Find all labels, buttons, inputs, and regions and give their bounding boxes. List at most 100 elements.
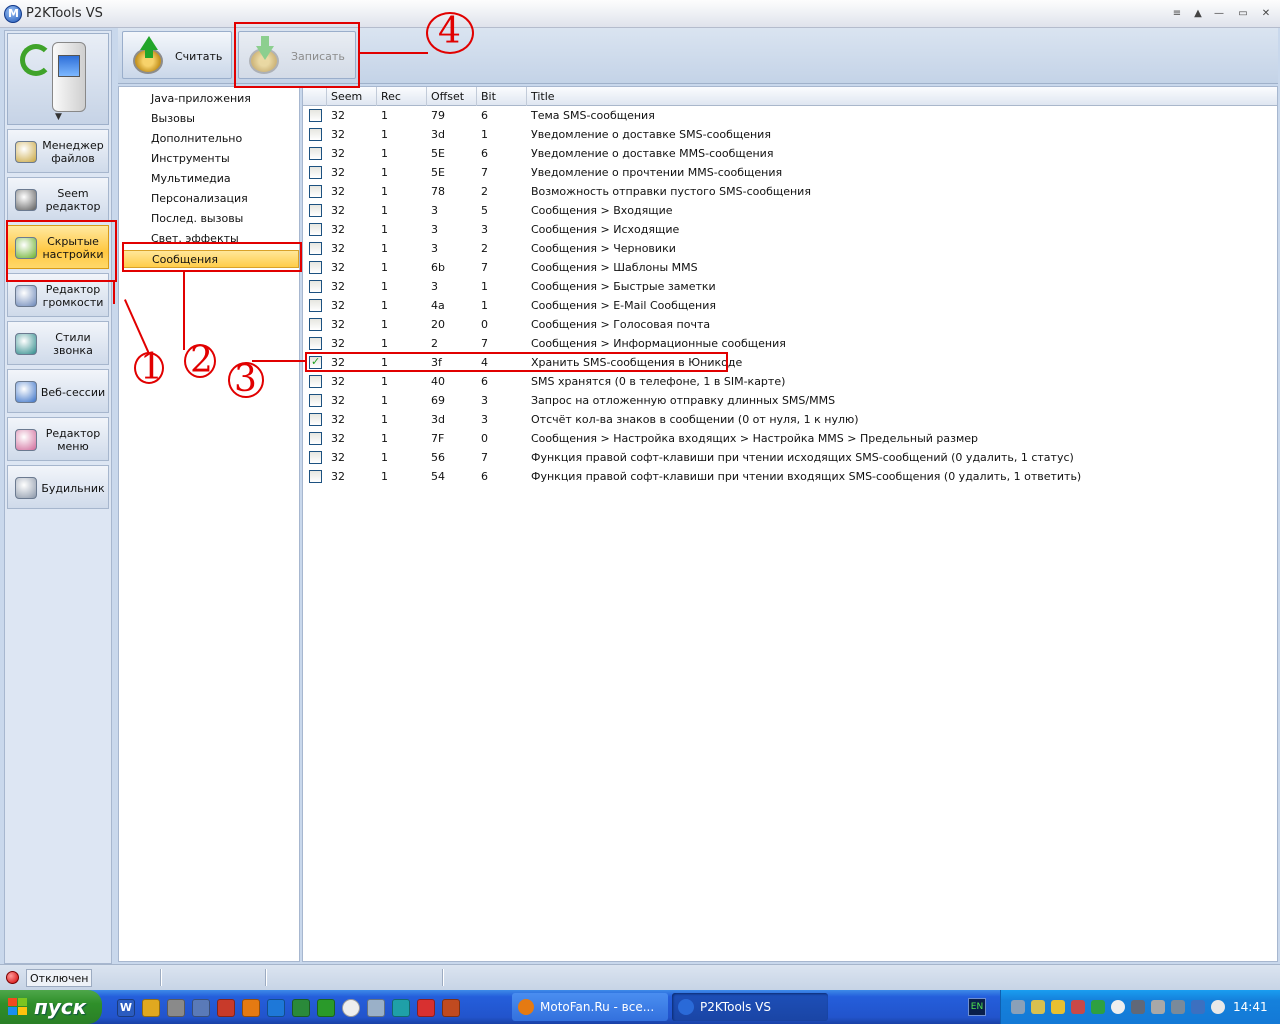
table-row[interactable]: 32 1 7F 0 Сообщения > Настройка входящих > Н… <box>303 429 1277 448</box>
collapse-icon[interactable]: ▲ <box>1191 7 1205 21</box>
usb-icon[interactable] <box>1031 1000 1045 1014</box>
monitor-icon[interactable] <box>1131 1000 1145 1014</box>
category-item[interactable]: Инструменты <box>123 150 299 168</box>
film-icon[interactable] <box>167 999 185 1017</box>
globe-icon[interactable] <box>392 999 410 1017</box>
table-row[interactable]: 32 1 3 3 Сообщения > Исходящие <box>303 220 1277 239</box>
header-title[interactable]: Title <box>527 87 1277 106</box>
flower-icon[interactable] <box>142 999 160 1017</box>
taskbar-item-motofan[interactable]: MotoFan.Ru - все... <box>512 993 668 1021</box>
bulb-icon[interactable] <box>192 999 210 1017</box>
nav-item-3[interactable]: Скрытые настройки <box>7 225 109 269</box>
row-checkbox[interactable] <box>309 280 322 293</box>
nav-item-8[interactable]: Будильник <box>7 465 109 509</box>
row-checkbox[interactable] <box>309 299 322 312</box>
row-checkbox[interactable] <box>309 375 322 388</box>
language-indicator[interactable]: EN <box>968 998 986 1016</box>
header-rec[interactable]: Rec <box>377 87 427 106</box>
nav-item-6[interactable]: Веб-сессии <box>7 369 109 413</box>
table-row[interactable]: 32 1 40 6 SMS хранятся (0 в телефоне, 1 в SI… <box>303 372 1277 391</box>
category-item[interactable]: Свет. эффекты <box>123 230 299 248</box>
table-row[interactable]: 32 1 3 1 Сообщения > Быстрые заметки <box>303 277 1277 296</box>
row-checkbox[interactable] <box>309 261 322 274</box>
table-row[interactable]: 32 1 3 5 Сообщения > Входящие <box>303 201 1277 220</box>
minimize-button[interactable]: — <box>1212 7 1226 21</box>
start-button[interactable]: пуск <box>0 990 102 1024</box>
table-row[interactable]: 32 1 79 6 Тема SMS-сообщения <box>303 106 1277 125</box>
row-checkbox[interactable] <box>309 413 322 426</box>
excel-icon[interactable] <box>292 999 310 1017</box>
printer-icon[interactable] <box>367 999 385 1017</box>
row-checkbox[interactable] <box>309 470 322 483</box>
settings-icon[interactable] <box>1171 1000 1185 1014</box>
menu-icon[interactable]: ≡ <box>1170 7 1184 21</box>
close-button[interactable]: ✕ <box>1259 7 1273 21</box>
category-item[interactable]: Сообщения <box>123 250 299 268</box>
printer-icon[interactable] <box>1151 1000 1165 1014</box>
table-row[interactable]: 32 1 3f 4 Хранить SMS-сообщения в Юникоде <box>303 353 1277 372</box>
category-item[interactable]: Вызовы <box>123 110 299 128</box>
row-checkbox[interactable] <box>309 147 322 160</box>
row-checkbox[interactable] <box>309 451 322 464</box>
row-checkbox[interactable] <box>309 242 322 255</box>
header-seem[interactable]: Seem <box>327 87 377 106</box>
taskbar-item-p2ktools[interactable]: P2KTools VS <box>672 993 828 1021</box>
row-checkbox[interactable] <box>309 394 322 407</box>
nav-item-4[interactable]: Редактор громкости <box>7 273 109 317</box>
app-icon[interactable] <box>442 999 460 1017</box>
row-checkbox[interactable] <box>309 166 322 179</box>
table-row[interactable]: 32 1 69 3 Запрос на отложенную отправку длин… <box>303 391 1277 410</box>
table-row[interactable]: 32 1 3d 1 Уведомление о доставке SMS-сообщен… <box>303 125 1277 144</box>
ie-icon[interactable] <box>267 999 285 1017</box>
volume-icon[interactable] <box>1191 1000 1205 1014</box>
header-bit[interactable]: Bit <box>477 87 527 106</box>
row-checkbox[interactable] <box>309 432 322 445</box>
nav-item-1[interactable]: Менеджер файлов <box>7 129 109 173</box>
row-checkbox[interactable] <box>309 109 322 122</box>
shield-icon[interactable] <box>1051 1000 1065 1014</box>
table-row[interactable]: 32 1 2 7 Сообщения > Информационные сообщени… <box>303 334 1277 353</box>
firefox-icon[interactable] <box>242 999 260 1017</box>
nav-item-5[interactable]: Стили звонка <box>7 321 109 365</box>
category-item[interactable]: Персонализация <box>123 190 299 208</box>
table-row[interactable]: 32 1 5E 7 Уведомление о прочтении MMS-сообще… <box>303 163 1277 182</box>
calc-icon[interactable] <box>317 999 335 1017</box>
header-offset[interactable]: Offset <box>427 87 477 106</box>
table-row[interactable]: 32 1 6b 7 Сообщения > Шаблоны MMS <box>303 258 1277 277</box>
table-row[interactable]: 32 1 56 7 Функция правой софт-клавиши при чт… <box>303 448 1277 467</box>
paint-icon[interactable] <box>417 999 435 1017</box>
phone-sync-tile[interactable]: ▼ <box>7 33 109 125</box>
sun-icon[interactable] <box>1211 1000 1225 1014</box>
maximize-button[interactable]: ▭ <box>1236 7 1250 21</box>
word-icon[interactable]: W <box>117 999 135 1017</box>
row-checkbox[interactable] <box>309 204 322 217</box>
chevron-down-icon[interactable]: ▼ <box>55 112 62 122</box>
nav-item-7[interactable]: Редактор меню <box>7 417 109 461</box>
table-row[interactable]: 32 1 3d 3 Отсчёт кол-ва знаков в сообщении (… <box>303 410 1277 429</box>
category-item[interactable]: Послед. вызовы <box>123 210 299 228</box>
row-checkbox[interactable] <box>309 318 322 331</box>
nav-item-2[interactable]: Seem редактор <box>7 177 109 221</box>
row-checkbox[interactable] <box>309 223 322 236</box>
row-checkbox[interactable] <box>309 337 322 350</box>
category-item[interactable]: Дополнительно <box>123 130 299 148</box>
antivirus-icon[interactable] <box>1091 1000 1105 1014</box>
read-button[interactable]: Считать <box>122 31 232 79</box>
panda-icon[interactable] <box>342 999 360 1017</box>
table-row[interactable]: 32 1 4a 1 Сообщения > E-Mail Сообщения <box>303 296 1277 315</box>
table-row[interactable]: 32 1 78 2 Возможность отправки пустого SMS-с… <box>303 182 1277 201</box>
mail-icon[interactable] <box>217 999 235 1017</box>
write-button[interactable]: Записать <box>238 31 356 79</box>
table-row[interactable]: 32 1 54 6 Функция правой софт-клавиши при чт… <box>303 467 1277 486</box>
row-checkbox[interactable] <box>309 128 322 141</box>
category-item[interactable]: Мультимедиа <box>123 170 299 188</box>
row-checkbox[interactable] <box>309 355 322 369</box>
table-row[interactable]: 32 1 20 0 Сообщения > Голосовая почта <box>303 315 1277 334</box>
table-row[interactable]: 32 1 5E 6 Уведомление о доставке MMS-сообщен… <box>303 144 1277 163</box>
row-checkbox[interactable] <box>309 185 322 198</box>
panda-icon[interactable] <box>1111 1000 1125 1014</box>
network-icon[interactable] <box>1011 1000 1025 1014</box>
category-item[interactable]: Java-приложения <box>123 90 299 108</box>
warning-icon[interactable] <box>1071 1000 1085 1014</box>
table-row[interactable]: 32 1 3 2 Сообщения > Черновики <box>303 239 1277 258</box>
